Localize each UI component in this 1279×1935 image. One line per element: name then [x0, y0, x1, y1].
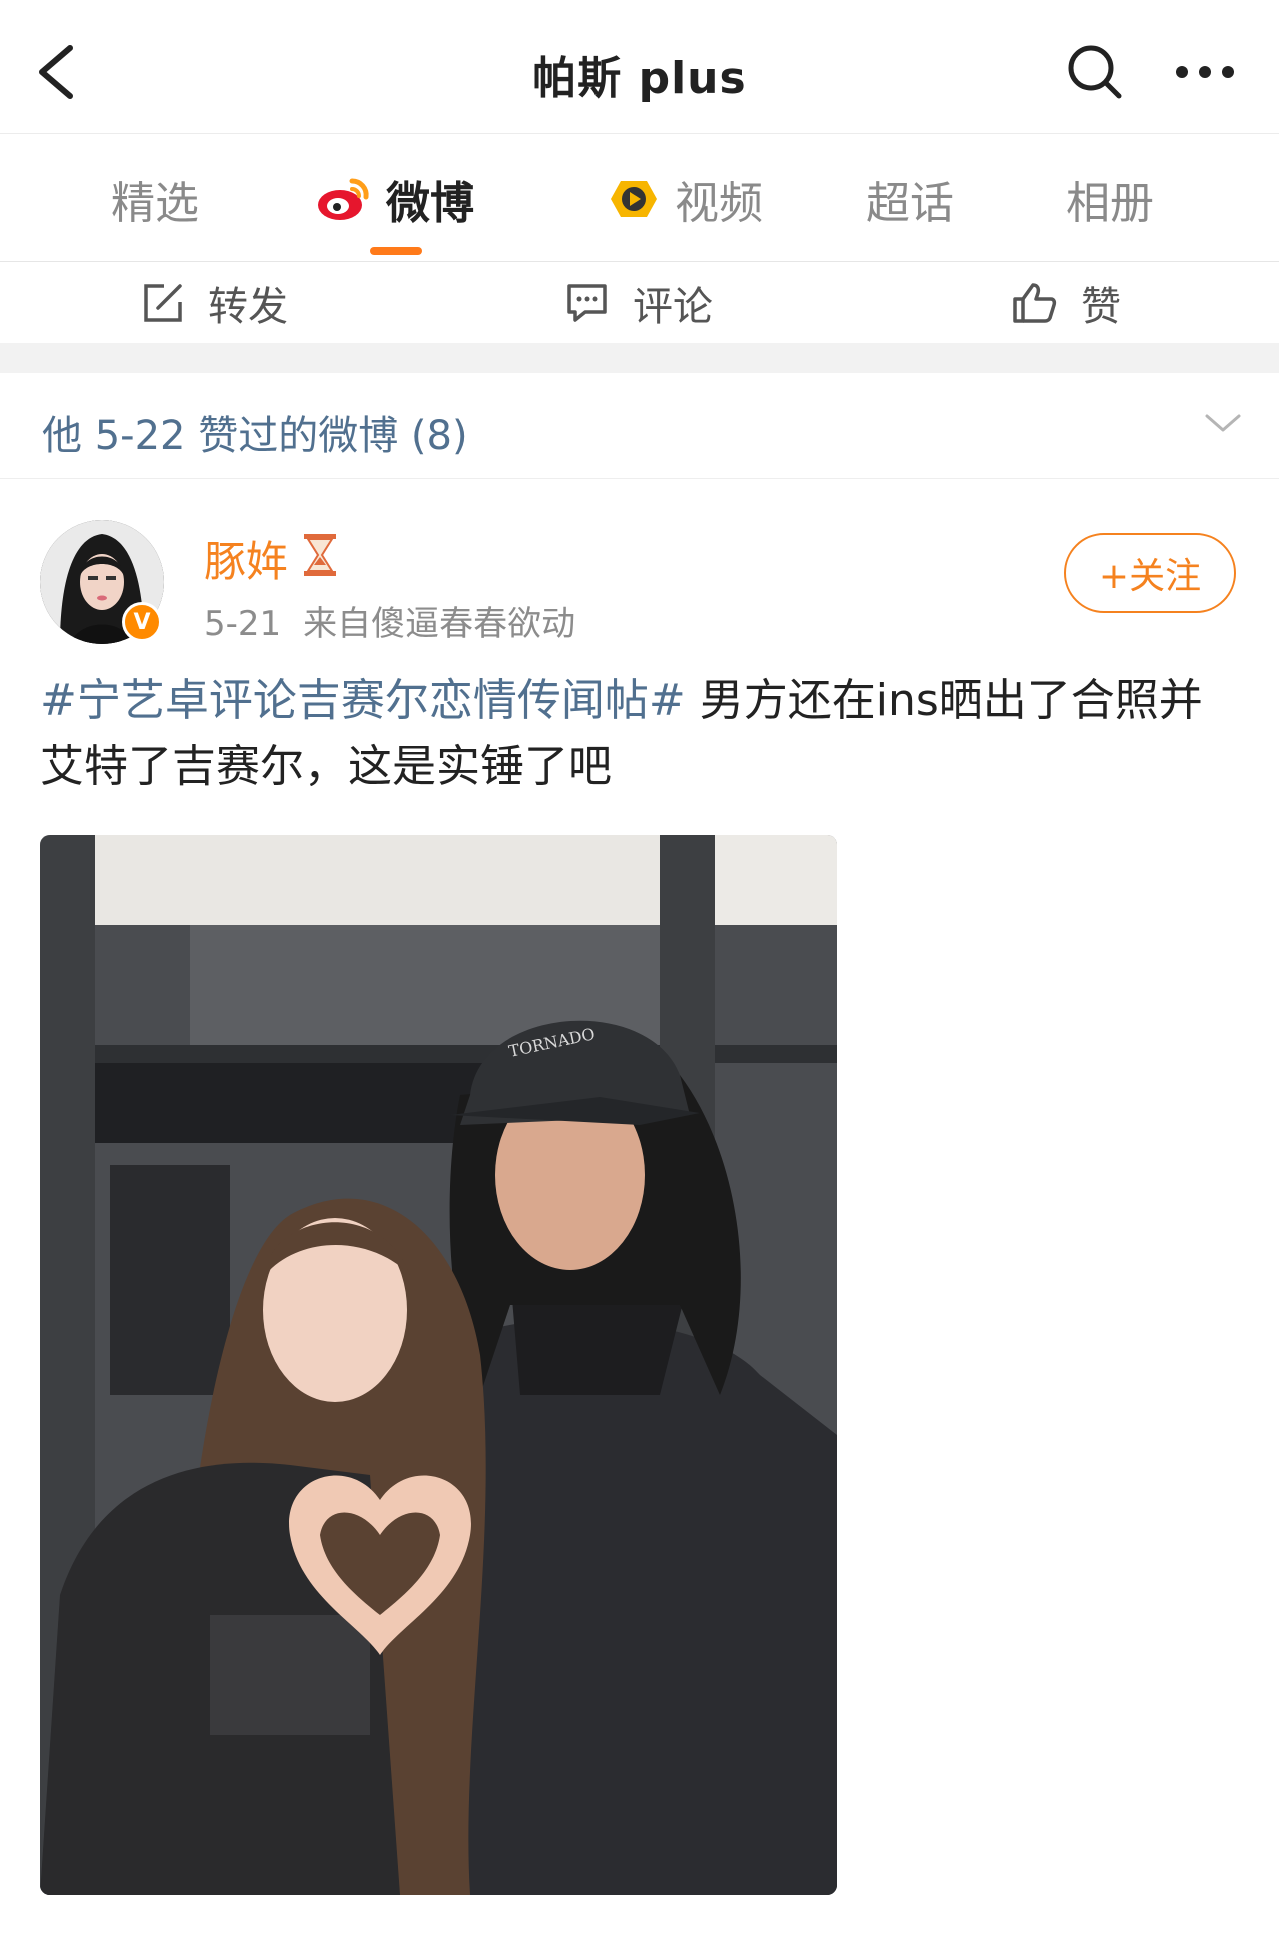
top-navigation-bar: 帕斯 plus	[0, 0, 1279, 134]
post-source: 来自傻逼春春欲动	[303, 604, 576, 644]
tab-featured[interactable]: 精选	[80, 135, 230, 262]
tab-super-topic[interactable]: 超话	[835, 135, 985, 262]
comment-button[interactable]: 评论	[565, 263, 713, 343]
thumbs-up-icon	[1011, 281, 1057, 325]
like-label: 赞	[1081, 284, 1121, 330]
post-content: #宁艺卓评论吉赛尔恋情传闻帖# 男方还在ins晒出了合照并艾特了吉赛尔，这是实锤…	[40, 668, 1240, 800]
tab-label: 相册	[1066, 177, 1154, 229]
post-action-bar: 转发 评论 赞	[0, 263, 1279, 343]
liked-posts-header[interactable]: 他 5-22 赞过的微博 (8)	[0, 373, 1279, 479]
user-avatar[interactable]: V	[40, 520, 164, 644]
tab-weibo[interactable]: 微博	[300, 135, 490, 262]
comment-label: 评论	[633, 284, 713, 330]
chevron-down-icon[interactable]	[1203, 408, 1243, 438]
repost-button[interactable]: 转发	[142, 263, 288, 343]
search-icon	[1068, 45, 1122, 99]
search-button[interactable]	[1063, 40, 1127, 104]
tab-label: 精选	[111, 177, 199, 229]
more-options-button[interactable]	[1170, 40, 1240, 104]
follow-button[interactable]: +关注	[1064, 533, 1236, 613]
post-date: 5-21	[204, 604, 282, 644]
tab-label: 超话	[866, 177, 954, 229]
post-username[interactable]: 豚姩	[204, 528, 288, 589]
section-divider	[0, 343, 1279, 373]
profile-tabs: 精选 微博 视频 超话 相册	[0, 135, 1279, 262]
post-photo[interactable]: TORNADO	[40, 835, 837, 1895]
post-meta: 5-21 来自傻逼春春欲动	[204, 596, 575, 645]
active-tab-indicator	[370, 247, 422, 255]
hourglass-icon	[304, 534, 336, 576]
verified-badge: V	[122, 602, 162, 642]
like-button[interactable]: 赞	[1011, 263, 1121, 343]
repost-icon	[142, 282, 184, 324]
post-hashtag[interactable]: #宁艺卓评论吉赛尔恋情传闻帖#	[40, 675, 686, 726]
tab-label: 视频	[675, 177, 763, 229]
more-dots-icon	[1176, 66, 1234, 78]
comment-icon	[565, 282, 609, 324]
video-play-icon	[607, 175, 661, 223]
tab-video[interactable]: 视频	[590, 135, 780, 262]
repost-label: 转发	[208, 284, 288, 330]
weibo-post: V 豚姩 5-21 来自傻逼春春欲动 +关注 #宁艺卓评论吉赛尔恋情传闻帖# 男方…	[0, 480, 1279, 1935]
tab-label: 微博	[386, 177, 474, 229]
liked-posts-title: 他 5-22 赞过的微博 (8)	[42, 413, 468, 459]
weibo-logo-icon	[316, 175, 372, 223]
tab-album[interactable]: 相册	[1035, 135, 1185, 262]
